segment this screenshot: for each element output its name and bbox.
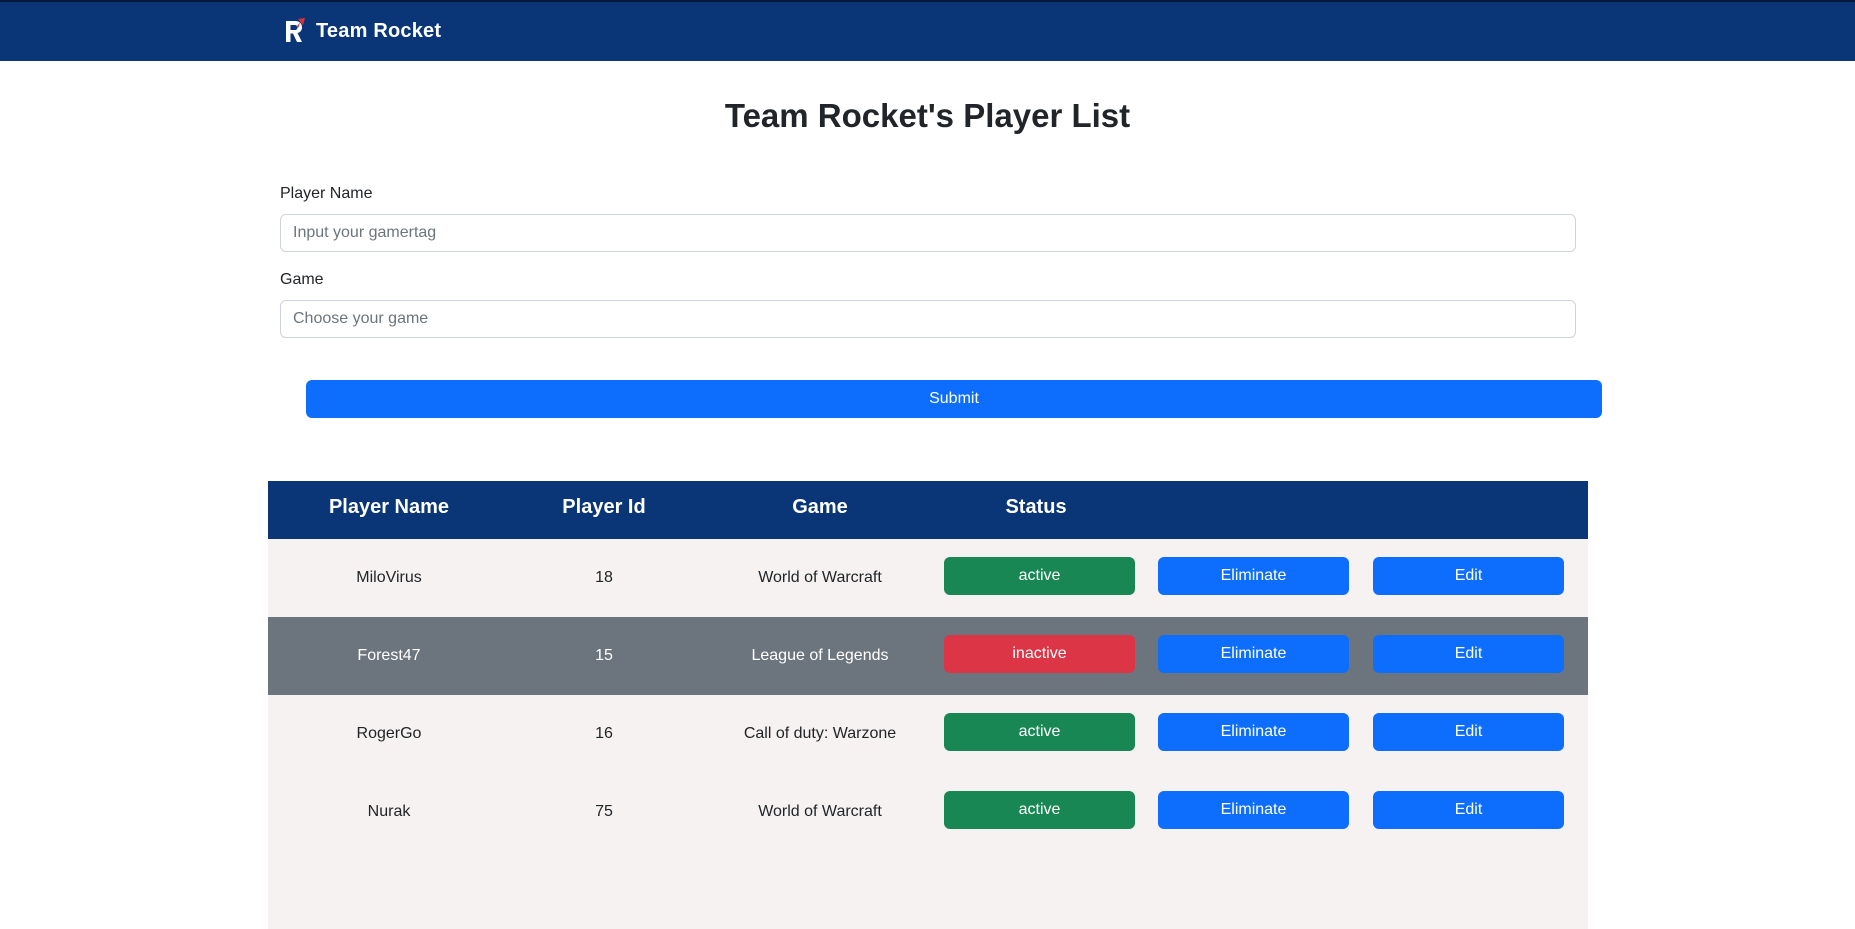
player-name-cell: MiloVirus xyxy=(356,569,422,586)
edit-button[interactable]: Edit xyxy=(1373,713,1564,751)
player-id-cell: 15 xyxy=(595,647,613,664)
table-row: Forest47 15 League of Legends inactive Elimi… xyxy=(268,617,1588,695)
player-name-label: Player Name xyxy=(280,185,373,202)
player-id-cell: 16 xyxy=(595,725,613,742)
player-id-cell: 18 xyxy=(595,569,613,586)
game-cell: Call of duty: Warzone xyxy=(743,725,897,742)
eliminate-button[interactable]: Eliminate xyxy=(1158,713,1349,751)
table-row: Nurak 75 World of Warcraft active Eliminate E… xyxy=(268,773,1588,851)
rocket-r-logo-icon xyxy=(286,18,305,42)
submit-button[interactable]: Submit xyxy=(306,380,1602,418)
player-name-cell: Nurak xyxy=(367,803,411,820)
top-navbar: Team Rocket xyxy=(0,0,1855,61)
eliminate-button[interactable]: Eliminate xyxy=(1158,791,1349,829)
player-name-cell: Forest47 xyxy=(357,647,421,664)
table-row: MiloVirus 18 World of Warcraft active Elimin… xyxy=(268,539,1588,617)
game-label: Game xyxy=(280,271,324,288)
game-cell: League of Legends xyxy=(751,647,889,664)
table-row: RogerGo 16 Call of duty: Warzone active Elim… xyxy=(268,695,1588,773)
player-id-cell: 75 xyxy=(595,803,613,820)
player-name-cell: RogerGo xyxy=(356,725,422,742)
header-player-name: Player Name xyxy=(328,496,450,518)
game-cell: World of Warcraft xyxy=(758,569,882,586)
player-table: Player Name Player Id Game Status MiloVi… xyxy=(268,481,1588,929)
status-button[interactable]: active xyxy=(944,791,1135,829)
edit-button[interactable]: Edit xyxy=(1373,635,1564,673)
brand-link[interactable]: Team Rocket xyxy=(284,18,441,44)
edit-button[interactable]: Edit xyxy=(1373,557,1564,595)
status-button[interactable]: inactive xyxy=(944,635,1135,673)
status-button[interactable]: active xyxy=(944,713,1135,751)
table-header: Player Name Player Id Game Status xyxy=(268,481,1588,539)
page-title: Team Rocket's Player List xyxy=(724,97,1131,134)
edit-button[interactable]: Edit xyxy=(1373,791,1564,829)
header-status: Status xyxy=(1005,496,1067,518)
player-name-input[interactable] xyxy=(280,214,1576,252)
game-cell: World of Warcraft xyxy=(758,803,882,820)
game-input[interactable] xyxy=(280,300,1576,338)
eliminate-button[interactable]: Eliminate xyxy=(1158,557,1349,595)
eliminate-button[interactable]: Eliminate xyxy=(1158,635,1349,673)
header-game: Game xyxy=(792,496,848,518)
brand-name: Team Rocket xyxy=(316,19,442,42)
status-button[interactable]: active xyxy=(944,557,1135,595)
header-player-id: Player Id xyxy=(562,496,646,518)
